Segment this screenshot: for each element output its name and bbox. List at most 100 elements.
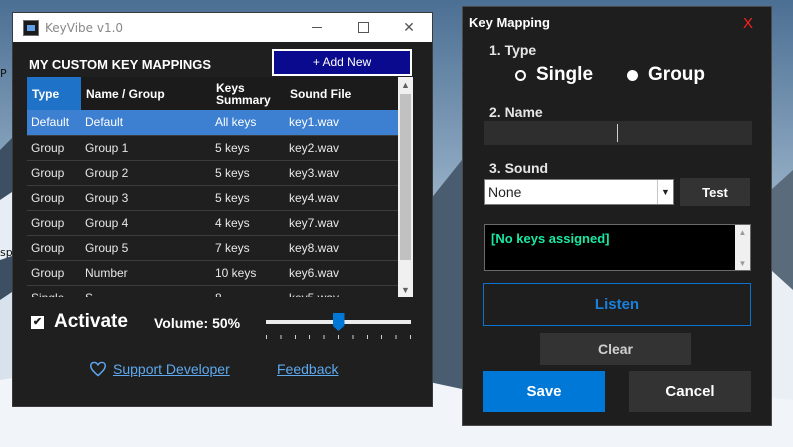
table-row[interactable]: Group Group 2 5 keys key3.wav (27, 160, 398, 186)
listen-button[interactable]: Listen (483, 283, 751, 326)
scroll-down-arrow-icon[interactable]: ▼ (735, 256, 750, 270)
save-button[interactable]: Save (483, 371, 605, 412)
heart-icon (89, 361, 107, 377)
table-scrollbar[interactable]: ▲ ▼ (398, 77, 413, 297)
cell-keys: 5 keys (211, 135, 285, 161)
cell-name: Group 5 (81, 235, 211, 261)
cell-name: Number (81, 260, 211, 286)
mappings-table: Type Name / Group Keys Summary Sound Fil… (27, 77, 413, 297)
cell-keys: 5 keys (211, 185, 285, 211)
feedback-link[interactable]: Feedback (277, 361, 338, 377)
cell-type: Group (27, 235, 81, 261)
dialog-close-button[interactable]: X (743, 15, 753, 32)
type-section-label: 1. Type (489, 42, 537, 58)
table-row[interactable]: Single S 8 ... key5.wav (27, 285, 398, 297)
close-button[interactable] (386, 13, 432, 42)
cell-sound: key7.wav (285, 210, 398, 236)
column-header-type[interactable]: Type (27, 77, 81, 110)
name-input[interactable] (484, 121, 752, 145)
clear-button[interactable]: Clear (540, 333, 691, 365)
cell-sound: key4.wav (285, 185, 398, 211)
table-row[interactable]: Group Group 3 5 keys key4.wav (27, 185, 398, 211)
slider-ticks (266, 335, 411, 339)
assigned-keys-box[interactable]: [No keys assigned] ▲ ▼ (484, 224, 751, 271)
cell-name: Group 3 (81, 185, 211, 211)
volume-slider[interactable] (266, 313, 411, 343)
support-developer-label: Support Developer (113, 361, 230, 377)
table-row[interactable]: Group Group 1 5 keys key2.wav (27, 135, 398, 161)
page-title: MY CUSTOM KEY MAPPINGS (29, 56, 212, 72)
cell-name: Group 4 (81, 210, 211, 236)
support-developer-link[interactable]: Support Developer (89, 361, 230, 377)
cell-name: Group 1 (81, 135, 211, 161)
scroll-down-arrow-icon[interactable]: ▼ (398, 282, 413, 297)
text-caret (617, 124, 618, 142)
add-new-button[interactable]: + Add New (272, 48, 412, 76)
column-header-sound-file[interactable]: Sound File (285, 77, 398, 110)
cell-name: Group 2 (81, 160, 211, 186)
header-row: MY CUSTOM KEY MAPPINGS + Add New (29, 48, 412, 76)
name-section-label: 2. Name (489, 104, 543, 120)
table-row[interactable]: Group Group 4 4 keys key7.wav (27, 210, 398, 236)
cell-type: Default (27, 110, 81, 136)
cell-sound: key1.wav (285, 110, 398, 136)
cell-type: Group (27, 185, 81, 211)
cell-sound: key5.wav (285, 285, 398, 297)
minimize-button[interactable] (294, 13, 340, 42)
slider-thumb[interactable] (332, 313, 345, 331)
cell-sound: key6.wav (285, 260, 398, 286)
cell-type: Single (27, 285, 81, 297)
key-mapping-dialog: Key Mapping X 1. Type Single Group 2. Na… (462, 6, 772, 426)
cell-sound: key3.wav (285, 160, 398, 186)
cell-sound: key8.wav (285, 235, 398, 261)
cell-sound: key2.wav (285, 135, 398, 161)
cell-keys: All keys (211, 110, 285, 136)
cell-type: Group (27, 160, 81, 186)
cell-keys: 4 keys (211, 210, 285, 236)
sound-section-label: 3. Sound (489, 160, 549, 176)
activate-checkbox[interactable]: ✔ (31, 315, 44, 329)
volume-label: Volume: 50% (154, 315, 241, 331)
cell-keys: 10 keys (211, 260, 285, 286)
footer-links: Support Developer Feedback (69, 361, 369, 381)
assigned-keys-text: [No keys assigned] (491, 231, 610, 246)
radio-group-label[interactable]: Group (648, 64, 705, 86)
title-bar[interactable]: KeyVibe v1.0 (13, 13, 432, 42)
column-header-keys-summary[interactable]: Keys Summary (211, 77, 285, 110)
cell-keys: 5 keys (211, 160, 285, 186)
radio-single[interactable] (515, 69, 526, 81)
cell-keys: 8 ... (211, 285, 285, 297)
cell-name: Default (81, 110, 211, 136)
type-radio-group: Single Group (515, 64, 705, 86)
desktop-fragment: sp (0, 246, 13, 259)
cell-type: Group (27, 210, 81, 236)
main-window: KeyVibe v1.0 MY CUSTOM KEY MAPPINGS + Ad… (12, 12, 433, 407)
dialog-title: Key Mapping (469, 15, 550, 30)
desktop-fragment: P (0, 67, 7, 80)
activate-label: Activate (54, 311, 128, 332)
table-row[interactable]: Default Default All keys key1.wav (27, 110, 398, 136)
scroll-up-arrow-icon[interactable]: ▲ (735, 225, 750, 239)
chevron-down-icon[interactable]: ▼ (657, 180, 673, 204)
cell-name: S (81, 285, 211, 297)
radio-group[interactable] (627, 69, 639, 81)
test-button[interactable]: Test (680, 178, 750, 206)
sound-select-value: None (488, 184, 522, 200)
table-header-row: Type Name / Group Keys Summary Sound Fil… (27, 77, 398, 110)
cell-type: Group (27, 260, 81, 286)
cell-type: Group (27, 135, 81, 161)
table-row[interactable]: Group Group 5 7 keys key8.wav (27, 235, 398, 261)
app-icon (23, 19, 39, 36)
cancel-button[interactable]: Cancel (629, 371, 751, 412)
maximize-button[interactable] (340, 13, 386, 42)
radio-single-label[interactable]: Single (536, 64, 593, 86)
scroll-up-arrow-icon[interactable]: ▲ (398, 77, 413, 92)
column-header-name[interactable]: Name / Group (81, 77, 211, 110)
cell-keys: 7 keys (211, 235, 285, 261)
sound-select[interactable]: None ▼ (484, 179, 674, 205)
activate-toggle[interactable]: ✔ Activate (31, 311, 128, 333)
window-title: KeyVibe v1.0 (45, 20, 124, 35)
scrollbar-thumb[interactable] (400, 94, 411, 260)
table-row[interactable]: Group Number 10 keys key6.wav (27, 260, 398, 286)
keys-box-scrollbar[interactable]: ▲ ▼ (735, 225, 750, 270)
